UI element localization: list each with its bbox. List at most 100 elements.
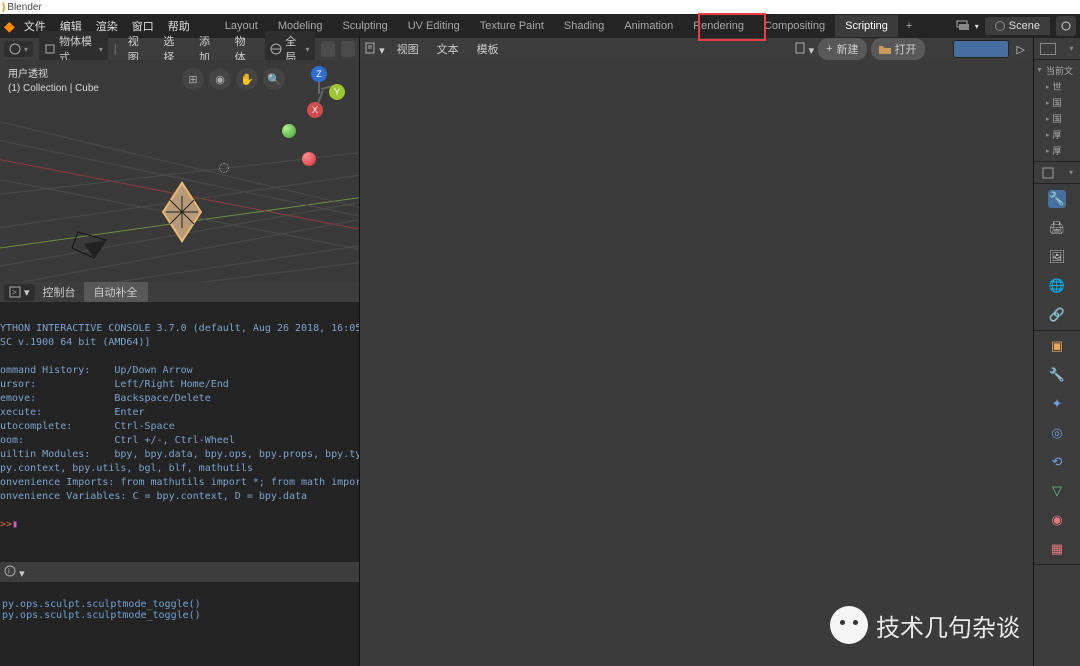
new-label: 新建 [837,41,859,57]
window-titlebar: ) Blender [0,0,1080,14]
tab-compositing[interactable]: Compositing [754,15,835,37]
prop-tab-texture[interactable]: ▦ [1048,540,1066,558]
prop-tab-viewlayer[interactable]: 🖼 [1048,248,1066,266]
prop-tab-world[interactable]: 🔗 [1048,306,1066,324]
toggle-line-numbers[interactable] [954,41,972,57]
prop-tab-constraints[interactable]: ⟲ [1048,453,1066,471]
outliner-type-icon[interactable] [1040,43,1056,55]
properties-header: ▾ [1034,162,1080,184]
chevron-down-icon[interactable]: ▾ [975,22,979,31]
orange-paren: ) [2,2,5,13]
toggle-word-wrap[interactable] [972,41,990,57]
prop-tab-particles[interactable]: ✦ [1048,395,1066,413]
snap-icon[interactable] [341,41,355,57]
tab-sculpting[interactable]: Sculpting [332,15,397,37]
prop-tab-render[interactable]: 🔧 [1048,190,1066,208]
globe-icon [270,43,282,55]
hand-icon[interactable]: ✋ [236,68,258,90]
toggle-syntax[interactable] [990,41,1008,57]
outliner-item[interactable]: 厚 [1053,144,1062,157]
decorative-ball-red [302,152,316,166]
outliner-item[interactable]: 世 [1053,80,1062,93]
editor-type-selector[interactable]: ▾ [4,41,33,57]
overlay-perspective: 用户透视 [8,68,99,82]
prop-tab-data[interactable]: ▽ [1048,482,1066,500]
editor-3dview-icon [9,43,21,55]
outliner-item[interactable]: 国 [1053,112,1062,125]
new-text-button[interactable]: + 新建 [818,38,866,60]
console-menu-console[interactable]: 控制台 [43,284,76,300]
app-title: Blender [7,2,41,13]
scene-selector[interactable]: Scene [985,17,1050,35]
outliner-root[interactable]: 当前文 [1046,64,1073,77]
camera-object[interactable] [70,228,114,262]
prop-tab-material[interactable]: ◉ [1048,511,1066,529]
tab-uvediting[interactable]: UV Editing [398,15,470,37]
console-header: > ▾ 控制台 自动补全 [0,282,359,302]
tab-animation[interactable]: Animation [614,15,683,37]
console-prompt: >> [0,519,12,530]
text-editor-body[interactable] [360,60,1033,666]
info-header: i ▾ [0,562,359,582]
prop-tab-scene[interactable]: 🌐 [1048,277,1066,295]
text-editor-header: ▾ 视图 文本 模板 ▾ + 新建 打开 [360,38,1033,60]
grid-overlay-icon[interactable]: ⊞ [182,68,204,90]
te-menu-text[interactable]: 文本 [431,39,465,59]
cube-object[interactable] [164,194,200,230]
editor-type-text[interactable]: ▾ [364,42,385,57]
outliner-tree[interactable]: ▼当前文 ▸世 ▸国 ▸国 ▸厚 ▸厚 [1034,60,1080,162]
plus-icon: + [826,43,832,55]
properties-tab-rail: 🔧 🖨 🖼 🌐 🔗 [1034,184,1080,331]
3d-viewport[interactable]: 用户透视 (1) Collection | Cube ⊞ ◉ ✋ 🔍 Z Y X [0,60,359,282]
page-icon [794,42,806,54]
autocomplete-button[interactable]: 自动补全 [84,281,148,303]
console-output: YTHON INTERACTIVE CONSOLE 3.7.0 (default… [0,323,359,502]
camera-view-icon[interactable]: ◉ [209,68,231,90]
text-datablock-selector[interactable]: ▾ [794,42,815,57]
prop-tab-object[interactable]: ▣ [1048,337,1066,355]
editor-type-info[interactable]: i ▾ [4,565,25,580]
scene-browse-button[interactable] [1056,16,1076,36]
te-menu-view[interactable]: 视图 [391,39,425,59]
open-text-button[interactable]: 打开 [871,38,925,60]
te-menu-template[interactable]: 模板 [471,39,505,59]
overlay-collection: (1) Collection | Cube [8,82,99,96]
right-column: ▾ ▼当前文 ▸世 ▸国 ▸国 ▸厚 ▸厚 ▾ 🔧 🖨 🖼 🌐 🔗 ▣ 🔧 ✦ … [1034,38,1080,666]
axis-y[interactable]: Y [329,84,345,100]
info-log[interactable]: py.ops.sculpt.sculptmode_toggle() py.ops… [0,582,359,666]
viewport-overlay-info: 用户透视 (1) Collection | Cube [8,68,99,96]
text-editor-icon [364,42,376,54]
annotation-highlight [698,13,766,41]
properties-tab-rail-2: ▣ 🔧 ✦ ◎ ⟲ ▽ ◉ ▦ [1034,331,1080,565]
editor-type-console[interactable]: > ▾ [4,284,35,301]
left-column: ▾ 物体模式 ▾ | 视图 选择 添加 物体 全局 ▾ [0,38,360,666]
viewport-top-icons: ⊞ ◉ ✋ 🔍 [182,68,285,90]
tab-shading[interactable]: Shading [554,15,614,37]
axis-z[interactable]: Z [311,66,327,82]
svg-text:i: i [8,567,10,576]
tab-add-button[interactable]: + [898,15,920,37]
prop-tab-physics[interactable]: ◎ [1048,424,1066,442]
tab-texturepaint[interactable]: Texture Paint [470,15,554,37]
console-icon: > [9,286,21,298]
outliner-item[interactable]: 厚 [1053,128,1062,141]
workarea: ▾ 物体模式 ▾ | 视图 选择 添加 物体 全局 ▾ [0,38,1080,666]
text-editor-area: ▾ 视图 文本 模板 ▾ + 新建 打开 [360,38,1034,666]
pivot-icon[interactable] [321,41,335,57]
outliner-header: ▾ [1034,38,1080,60]
python-console[interactable]: YTHON INTERACTIVE CONSOLE 3.7.0 (default… [0,302,359,562]
folder-icon [879,44,891,54]
properties-icon [1041,166,1055,180]
tab-scripting[interactable]: Scripting [835,15,898,37]
prop-tab-output[interactable]: 🖨 [1048,219,1066,237]
zoom-icon[interactable]: 🔍 [263,68,285,90]
blender-logo-icon: ◆ [4,18,15,35]
view-layer-icon[interactable] [955,19,969,33]
axis-gizmo[interactable]: Z Y X [297,68,341,112]
svg-text:>: > [12,288,17,297]
light-object[interactable] [216,160,232,176]
outliner-item[interactable]: 国 [1053,96,1062,109]
run-script-button[interactable]: ▷ [1013,41,1029,58]
prop-tab-modifiers[interactable]: 🔧 [1048,366,1066,384]
axis-x[interactable]: X [307,102,323,118]
